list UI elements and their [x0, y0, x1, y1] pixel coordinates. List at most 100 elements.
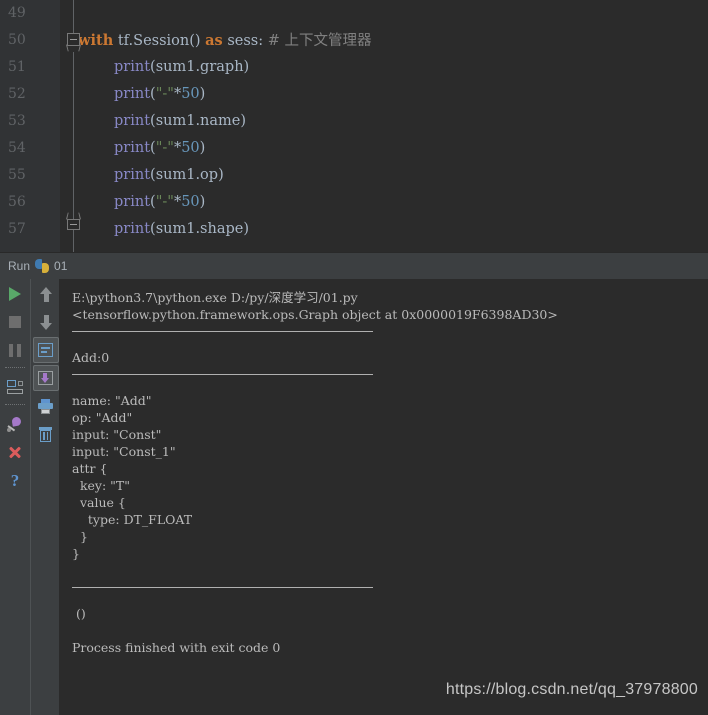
code-token: 50: [181, 140, 200, 156]
console-separator-line: [72, 331, 373, 332]
console-line: Add:0: [72, 350, 110, 365]
question-mark-icon: ?: [10, 470, 20, 490]
line-number: 54: [8, 140, 26, 156]
console-icon: [7, 380, 23, 394]
stop-button[interactable]: [2, 309, 28, 335]
code-token: as: [205, 32, 223, 49]
code-token: (sum1.shape): [150, 221, 249, 237]
fold-guide-line: [73, 52, 74, 219]
code-token: (sum1.graph): [150, 59, 250, 75]
run-tab[interactable]: Run 01: [0, 253, 77, 279]
code-token: sess:: [222, 33, 264, 49]
trash-icon: [39, 426, 52, 442]
code-token: "-": [155, 194, 174, 210]
fold-guide-line: [73, 0, 74, 33]
code-token: with: [78, 32, 114, 49]
python-icon: [35, 259, 50, 273]
console-line: attr {: [72, 461, 108, 476]
console-separator-line: [72, 587, 373, 588]
code-token: ): [199, 140, 206, 156]
console-line: input: "Const": [72, 427, 162, 442]
stop-icon: [9, 316, 21, 328]
code-token: print: [114, 140, 151, 156]
code-token: print: [114, 194, 151, 210]
line-number: 49: [8, 5, 26, 21]
scroll-to-end-button[interactable]: [32, 365, 59, 391]
pin-tab-button[interactable]: [2, 411, 28, 437]
code-token: print: [114, 86, 151, 102]
code-line: print(sum1.name): [114, 108, 246, 135]
clear-all-button[interactable]: [33, 421, 59, 447]
code-folding-strip[interactable]: [41, 0, 61, 252]
help-button[interactable]: ?: [2, 467, 28, 493]
code-line: print("-"*50): [114, 189, 205, 216]
code-token: 50: [181, 86, 200, 102]
code-token: ): [199, 86, 206, 102]
console-separator-line: [72, 374, 373, 375]
line-number: 53: [8, 113, 26, 129]
console-line: }: [72, 529, 88, 544]
print-button[interactable]: [33, 393, 59, 419]
fold-end-icon[interactable]: [67, 219, 80, 230]
run-tool-window: ? E:\python3.7\python.exe D:/py/深度学习/01.…: [0, 279, 708, 715]
console-line: type: DT_FLOAT: [72, 512, 193, 527]
up-the-stack-button[interactable]: [33, 281, 59, 307]
code-token: "-": [155, 140, 174, 156]
run-configuration-name: 01: [54, 259, 68, 273]
code-line: with tf.Session() as sess: # 上下文管理器: [78, 27, 372, 54]
line-number: 52: [8, 86, 26, 102]
soft-wrap-icon: [38, 343, 53, 357]
code-token: print: [114, 59, 151, 75]
printer-icon: [38, 398, 53, 414]
watermark-text: https://blog.csdn.net/qq_37978800: [445, 681, 698, 698]
pause-icon: [9, 343, 21, 357]
toolbar-separator: [5, 367, 25, 369]
arrow-down-icon: [39, 314, 53, 330]
code-editor[interactable]: 49 50 with tf.Session() as sess: # 上下文管理器 5…: [0, 0, 708, 252]
code-token: (sum1.name): [150, 113, 247, 129]
line-number: 50: [8, 32, 26, 48]
arrow-up-icon: [39, 286, 53, 302]
console-line: input: "Const_1": [72, 444, 176, 459]
pin-icon: [7, 416, 23, 432]
run-toolbar-primary[interactable]: ?: [0, 279, 30, 715]
line-number: 51: [8, 59, 26, 75]
code-line: print("-"*50): [114, 81, 205, 108]
code-token: "-": [155, 86, 174, 102]
code-token: print: [114, 221, 151, 237]
code-line: print("-"*50): [114, 135, 205, 162]
console-line: E:\python3.7\python.exe D:/py/深度学习/01.py: [72, 290, 358, 305]
toolbar-separator: [5, 404, 25, 406]
console-line: (): [72, 606, 86, 621]
code-token: # 上下文管理器: [263, 33, 372, 49]
code-token: ): [199, 194, 206, 210]
line-number: 55: [8, 167, 26, 183]
down-the-stack-button[interactable]: [33, 309, 59, 335]
soft-wrap-button[interactable]: [32, 337, 59, 363]
play-icon: [9, 287, 21, 301]
console-output[interactable]: E:\python3.7\python.exe D:/py/深度学习/01.py…: [59, 279, 708, 715]
console-line: }: [72, 546, 80, 561]
close-x-icon: [8, 445, 22, 459]
code-token: 50: [181, 194, 200, 210]
rerun-button[interactable]: [2, 281, 28, 307]
scroll-to-end-icon: [38, 371, 53, 385]
code-line: print(sum1.graph): [114, 54, 249, 81]
run-toolbar-secondary[interactable]: [30, 279, 60, 715]
code-token: print: [114, 113, 151, 129]
fold-chevron-icon: [65, 44, 82, 52]
console-line: Process finished with exit code 0: [72, 640, 281, 655]
code-token: tf.Session(): [117, 33, 201, 49]
console-line: value {: [72, 495, 126, 510]
fold-guide-line: [73, 230, 74, 252]
pycharm-window: 49 50 with tf.Session() as sess: # 上下文管理器 5…: [0, 0, 708, 715]
pause-button[interactable]: [2, 337, 28, 363]
code-token: print: [114, 167, 151, 183]
run-tool-window-header[interactable]: Run 01: [0, 252, 708, 280]
show-console-button[interactable]: [2, 374, 28, 400]
console-line: name: "Add": [72, 393, 152, 408]
line-number: 57: [8, 221, 26, 237]
close-tab-button[interactable]: [2, 439, 28, 465]
code-token: (sum1.op): [150, 167, 224, 183]
console-line: <tensorflow.python.framework.ops.Graph o…: [72, 307, 558, 322]
